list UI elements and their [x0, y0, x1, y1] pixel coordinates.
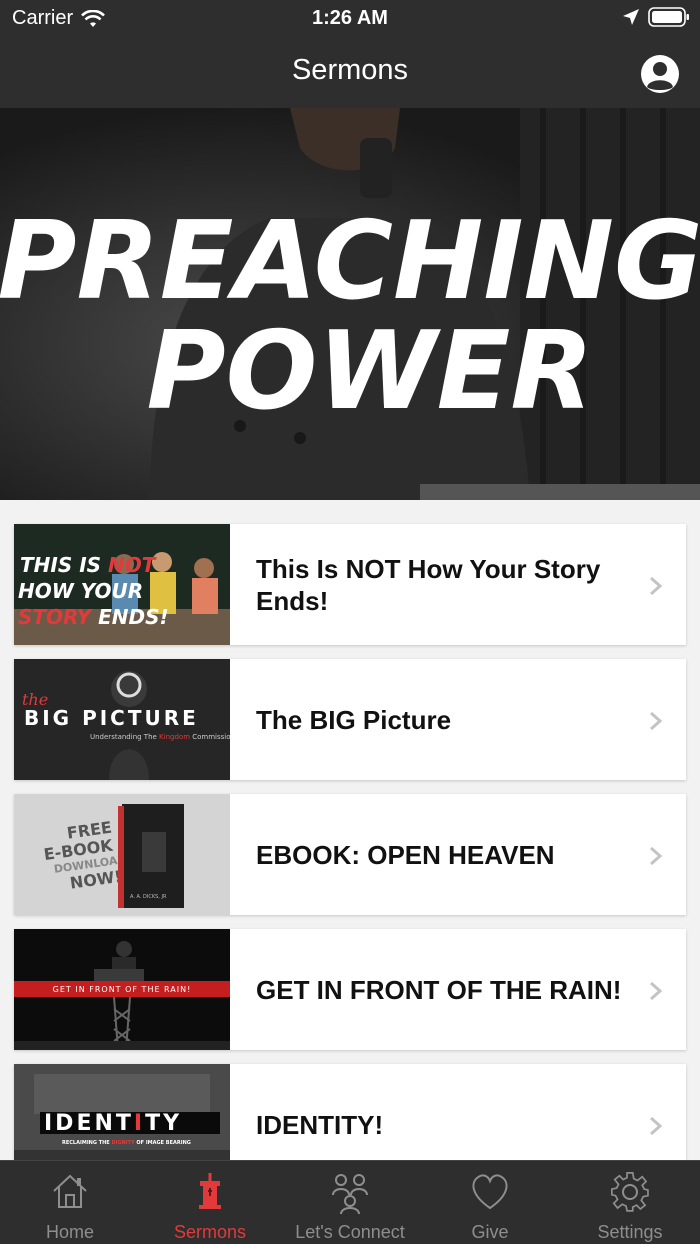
status-right — [622, 7, 690, 27]
chevron-right-icon — [650, 576, 663, 596]
chevron-right-icon — [650, 711, 663, 731]
thumb-text: TY — [145, 1111, 182, 1136]
thumb-text: Commission — [190, 733, 230, 741]
location-arrow-icon — [623, 9, 639, 25]
tab-give[interactable]: Give — [420, 1161, 560, 1244]
navigation-bar: Sermons — [0, 36, 700, 108]
svg-text:RECLAIMING THE DIGNITY OF IMAG: RECLAIMING THE DIGNITY OF IMAGE BEARING — [62, 1140, 191, 1146]
sermon-thumbnail: FREE E-BOOK DOWNLOAD NOW! A. A. DICKS, J… — [14, 794, 230, 915]
pulpit-icon — [199, 1173, 221, 1209]
hero-title-line1: PREACHING — [0, 199, 700, 324]
status-time: 1:26 AM — [312, 7, 388, 29]
thumb-text: RECLAIMING THE — [62, 1140, 111, 1146]
profile-icon[interactable] — [640, 54, 680, 94]
tab-label: Settings — [597, 1222, 663, 1242]
tab-label: Sermons — [173, 1222, 247, 1242]
svg-text:STORY ENDS!: STORY ENDS! — [18, 605, 169, 629]
gear-icon — [610, 1172, 649, 1212]
thumb-text: NOT — [108, 553, 157, 577]
tab-bar: Home Sermons Let's Connect Give Settings — [0, 1160, 700, 1244]
home-icon — [53, 1174, 87, 1208]
sermon-title: GET IN FRONT OF THE RAIN! — [256, 974, 622, 1005]
sermon-thumbnail: THIS IS NOT HOW YOUR STORY ENDS! — [14, 524, 230, 645]
chevron-right-icon — [650, 846, 663, 866]
tab-lets-connect[interactable]: Let's Connect — [280, 1161, 420, 1244]
tab-settings[interactable]: Settings — [560, 1161, 700, 1244]
svg-text:THIS IS NOT: THIS IS NOT — [20, 553, 157, 577]
thumb-text: HOW YOUR — [18, 579, 143, 603]
tab-label: Let's Connect — [295, 1222, 405, 1242]
thumb-text: THIS IS — [20, 553, 108, 577]
sermon-title: The BIG Picture — [256, 704, 452, 735]
sermon-card[interactable]: GET IN FRONT OF THE RAIN! GET IN FRONT O… — [14, 929, 686, 1050]
svg-text:Understanding The Kingdom Comm: Understanding The Kingdom Commission — [90, 733, 230, 741]
hero-title-line2: POWER — [146, 309, 593, 434]
hero-image: PREACHING POWER — [0, 108, 700, 500]
tab-label: Home — [45, 1222, 94, 1242]
tab-home[interactable]: Home — [0, 1161, 140, 1244]
sermon-title: EBOOK: OPEN HEAVEN — [256, 839, 555, 870]
sermon-title: This Is NOT How Your Story Ends! — [256, 553, 601, 616]
heart-icon — [472, 1174, 508, 1210]
thumb-text: OF IMAGE BEARING — [135, 1140, 191, 1146]
thumb-text: GET IN FRONT OF THE RAIN! — [53, 985, 192, 994]
tab-label: Give — [471, 1222, 509, 1242]
sermon-card[interactable]: the BIG PICTURE Understanding The Kingdo… — [14, 659, 686, 780]
page-title: Sermons — [291, 54, 409, 86]
sermon-thumbnail: GET IN FRONT OF THE RAIN! — [14, 929, 230, 1050]
thumb-text: Understanding The — [90, 733, 159, 741]
tab-sermons[interactable]: Sermons — [140, 1161, 280, 1244]
people-icon — [332, 1174, 368, 1215]
thumb-text: Kingdom — [159, 733, 190, 741]
chevron-right-icon — [650, 1116, 663, 1136]
thumb-text: BIG PICTURE — [24, 706, 199, 730]
hero-banner[interactable]: PREACHING POWER — [0, 108, 700, 500]
thumb-text: IDENT — [44, 1111, 134, 1136]
svg-text:IDENTITY: IDENTITY — [44, 1111, 182, 1136]
chevron-right-icon — [650, 981, 663, 1001]
sermon-thumbnail: the BIG PICTURE Understanding The Kingdo… — [14, 659, 230, 780]
thumb-text: ENDS! — [91, 605, 169, 629]
sermon-card[interactable]: THIS IS NOT HOW YOUR STORY ENDS! This Is… — [14, 524, 686, 645]
sermon-card[interactable]: FREE E-BOOK DOWNLOAD NOW! A. A. DICKS, J… — [14, 794, 686, 915]
thumb-text: DIGNITY — [111, 1140, 135, 1146]
thumb-text: STORY — [18, 605, 94, 629]
thumb-text: A. A. DICKS, JR — [130, 894, 167, 900]
status-bar: Carrier 1:26 AM — [0, 0, 700, 36]
battery-icon — [648, 7, 689, 27]
thumb-text: I — [134, 1111, 145, 1136]
